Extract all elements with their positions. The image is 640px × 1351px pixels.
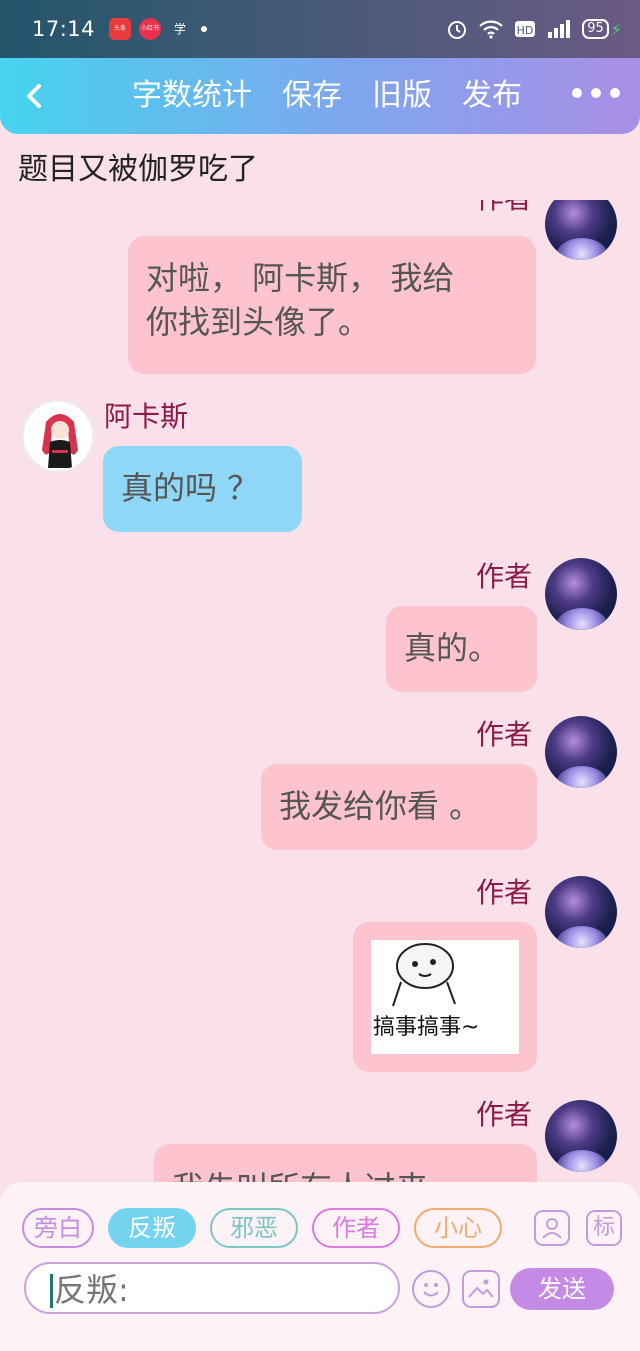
charging-icon: ⚡: [610, 19, 622, 39]
author-avatar[interactable]: [545, 558, 617, 630]
author-avatar[interactable]: [545, 1100, 617, 1172]
speaker-name: 作者: [476, 200, 532, 216]
smiley-icon: [423, 1283, 439, 1297]
chat-area[interactable]: 作者 对啦， 阿卡斯， 我给 你找到头像了。 阿卡斯 真的吗 ？ 作者 真的。 …: [0, 200, 640, 1185]
author-avatar[interactable]: [545, 200, 617, 260]
message-bubble[interactable]: 我先叫所有人过来: [154, 1144, 537, 1185]
send-button[interactable]: 发送: [510, 1268, 614, 1310]
text-caret: [50, 1274, 53, 1308]
mark-button[interactable]: 标: [586, 1210, 622, 1246]
alarm-icon: [448, 21, 467, 39]
speaker-name: 作者: [476, 560, 533, 593]
message-bubble[interactable]: 真的。: [386, 606, 537, 692]
app-actions: 字数统计 保存 旧版 发布: [132, 76, 522, 116]
speaker-name: 作者: [476, 718, 533, 751]
emoji-icon[interactable]: [412, 1270, 450, 1308]
story-title[interactable]: 题目又被伽罗吃了: [18, 150, 258, 190]
message-bubble[interactable]: 我发给你看 。: [261, 764, 537, 850]
xiaohongshu-notification-icon: 小红书: [139, 18, 162, 40]
battery-indicator: 95 ⚡: [582, 19, 622, 39]
girl-avatar-icon: [24, 402, 92, 470]
tag-evil[interactable]: 邪恶: [210, 1208, 298, 1248]
more-dot: [610, 88, 620, 98]
hd-icon: HD: [515, 21, 536, 37]
akasi-avatar[interactable]: [22, 400, 94, 472]
tag-narration[interactable]: 旁白: [22, 1208, 94, 1248]
author-avatar[interactable]: [545, 876, 617, 948]
app-bar: 字数统计 保存 旧版 发布: [0, 58, 640, 134]
person-card-icon[interactable]: [534, 1210, 570, 1246]
more-dot: [572, 88, 582, 98]
speaker-name: 作者: [476, 876, 533, 909]
image-message-bubble[interactable]: 搞事搞事~: [353, 922, 537, 1072]
save-button[interactable]: 保存: [282, 76, 342, 116]
publish-button[interactable]: 发布: [462, 76, 522, 116]
more-options-icon[interactable]: [572, 88, 620, 98]
more-dot: [591, 88, 601, 98]
old-version-button[interactable]: 旧版: [372, 76, 432, 116]
image-picker-icon[interactable]: [462, 1270, 500, 1308]
speaker-name: 阿卡斯: [104, 400, 189, 433]
wifi-icon: [479, 20, 503, 39]
tag-careful[interactable]: 小心: [414, 1208, 502, 1248]
composer-panel: 旁白 反叛 邪恶 作者 小心 标 反叛: 发送: [0, 1182, 640, 1351]
word-count-button[interactable]: 字数统计: [132, 76, 252, 116]
speaker-name: 作者: [476, 1098, 533, 1131]
message-bubble[interactable]: 真的吗 ？: [103, 446, 302, 532]
more-notifications-dot: [201, 26, 208, 32]
battery-level: 95: [582, 19, 609, 39]
author-avatar[interactable]: [545, 716, 617, 788]
message-input[interactable]: 反叛:: [24, 1262, 400, 1314]
message-input-text[interactable]: 反叛:: [54, 1270, 129, 1310]
picture-icon: [468, 1279, 494, 1298]
xuexi-notification-icon: 学习: [174, 22, 187, 36]
back-arrow-icon[interactable]: [20, 80, 48, 112]
signal-icon: [548, 20, 571, 38]
toutiao-notification-icon: 头条: [109, 18, 132, 40]
status-time: 17:14: [32, 17, 96, 41]
status-bar: 17:14 头条 小红书 学习 HD 95 ⚡: [0, 0, 640, 58]
svg-text:HD: HD: [517, 24, 534, 37]
tag-rebel[interactable]: 反叛: [108, 1208, 196, 1248]
meme-sticker-image[interactable]: 搞事搞事~: [371, 940, 519, 1054]
message-bubble[interactable]: 对啦， 阿卡斯， 我给 你找到头像了。: [128, 236, 536, 374]
role-tags: 旁白 反叛 邪恶 作者 小心: [22, 1208, 502, 1248]
person-icon: [542, 1218, 562, 1239]
tag-author[interactable]: 作者: [312, 1208, 400, 1248]
sticker-caption: 搞事搞事~: [373, 1015, 480, 1040]
